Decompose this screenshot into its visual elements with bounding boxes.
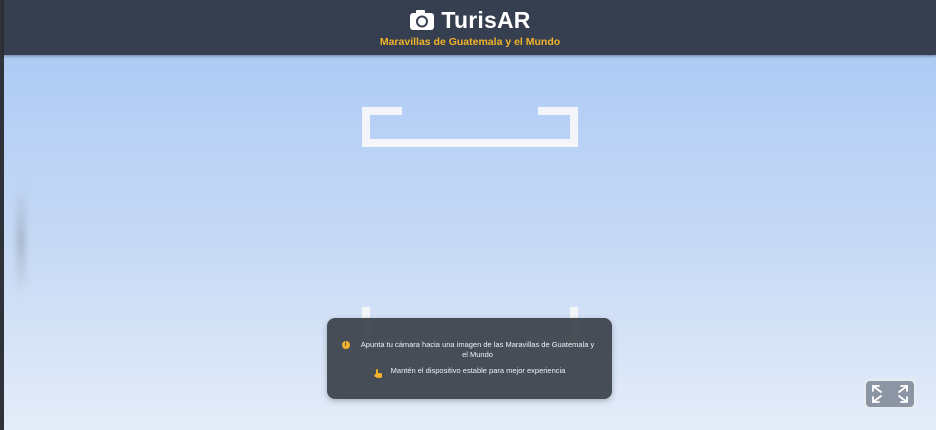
brand: TurisAR — [4, 6, 936, 34]
camera-viewport[interactable]: i Apunta tu cámara hacia una imagen de l… — [4, 55, 936, 430]
instruction-steady-text: Mantén el dispositivo estable para mejor… — [390, 366, 566, 375]
expand-icon — [872, 385, 908, 403]
camera-icon — [409, 9, 435, 31]
instruction-row-aim: i Apunta tu cámara hacia una imagen de l… — [327, 340, 612, 360]
info-icon: i — [341, 341, 350, 349]
scan-line — [362, 139, 578, 147]
blurred-background-detail — [16, 185, 26, 295]
hand-pointer-icon — [374, 366, 383, 378]
fullscreen-button[interactable] — [864, 379, 916, 409]
instruction-row-steady: Mantén el dispositivo estable para mejor… — [327, 366, 612, 378]
instruction-aim-text: Apunta tu cámara hacia una imagen de las… — [360, 340, 595, 359]
app-title: TurisAR — [441, 6, 531, 33]
app-header: TurisAR Maravillas de Guatemala y el Mun… — [4, 0, 936, 55]
scan-frame — [362, 107, 578, 347]
instructions-panel: i Apunta tu cámara hacia una imagen de l… — [327, 318, 612, 399]
app-subtitle: Maravillas de Guatemala y el Mundo — [379, 36, 561, 48]
